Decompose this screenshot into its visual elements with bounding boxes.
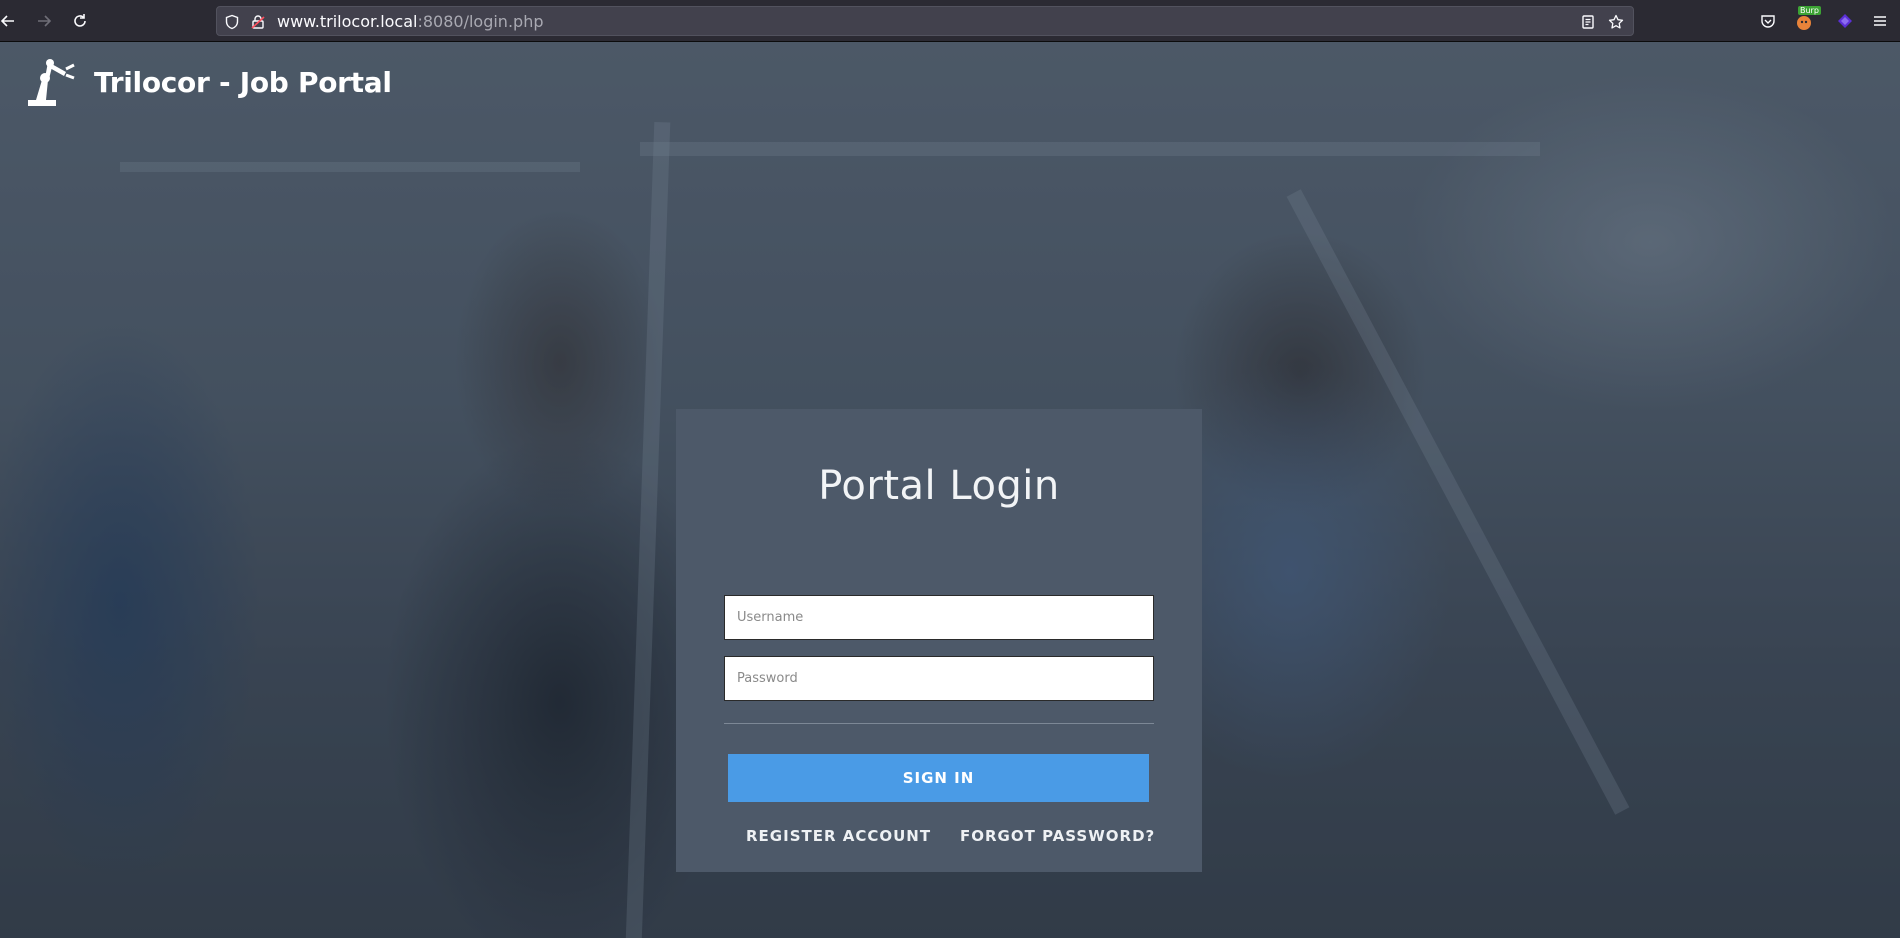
burp-extension-icon[interactable]: Burp [1792,6,1821,33]
pocket-icon[interactable] [1756,9,1780,33]
password-input[interactable] [724,656,1154,701]
url-path: :8080/login.php [417,12,544,31]
page-background: Trilocor - Job Portal Portal Login SIGN … [0,42,1900,938]
hamburger-menu-icon[interactable] [1868,9,1892,33]
forward-arrow-icon[interactable] [32,9,56,33]
insecure-lock-icon[interactable] [249,13,267,31]
back-arrow-icon[interactable] [0,9,20,33]
username-input[interactable] [724,595,1154,640]
login-card: Portal Login SIGN IN REGISTER ACCOUNT FO… [676,409,1202,872]
browser-toolbar: www.trilocor.local:8080/login.php Burp [0,0,1900,42]
reload-icon[interactable] [68,9,92,33]
url-host: www.trilocor.local [277,12,418,31]
bookmark-star-icon[interactable] [1607,13,1625,31]
site-title[interactable]: Trilocor - Job Portal [94,66,392,99]
sign-in-button[interactable]: SIGN IN [728,754,1149,802]
form-divider [724,723,1154,724]
shield-icon[interactable] [223,13,241,31]
register-account-link[interactable]: REGISTER ACCOUNT [746,827,931,845]
reader-view-icon[interactable] [1579,13,1597,31]
url-bar[interactable]: www.trilocor.local:8080/login.php [216,6,1634,36]
robot-arm-icon[interactable] [26,56,78,108]
burp-badge: Burp [1798,6,1821,15]
site-header: Trilocor - Job Portal [26,56,392,108]
purple-extension-icon[interactable] [1833,9,1857,33]
login-title: Portal Login [818,463,1060,509]
url-text[interactable]: www.trilocor.local:8080/login.php [277,13,543,31]
forgot-password-link[interactable]: FORGOT PASSWORD? [960,827,1155,845]
